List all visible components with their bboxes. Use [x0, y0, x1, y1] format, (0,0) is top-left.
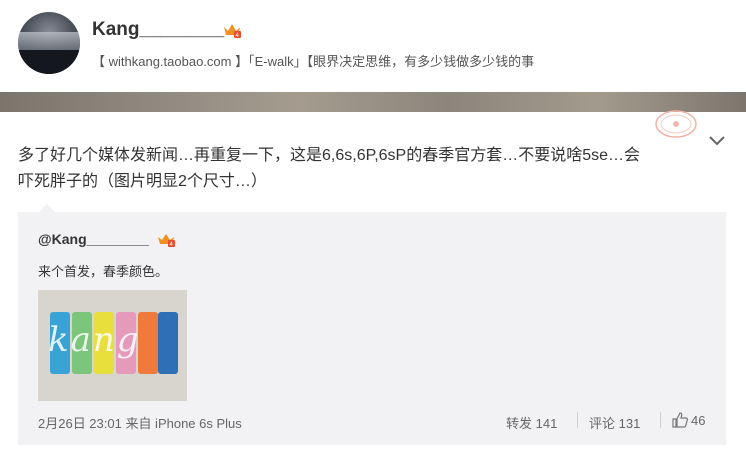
chevron-down-icon[interactable]	[708, 134, 726, 148]
post-text: 多了好几个媒体发新闻…再重复一下，这是6,6s,6P,6sP的春季官方套…不要说…	[18, 143, 708, 195]
username[interactable]: Kang________	[92, 19, 224, 41]
thumbs-up-icon[interactable]	[672, 412, 688, 428]
cover-image-strip	[0, 92, 746, 112]
post-text-line: 吓死胖子的（图片明显2个尺寸…）	[18, 173, 267, 190]
vip-crown-icon[interactable]: 4	[156, 231, 176, 248]
vip-crown-icon[interactable]: 4	[222, 21, 242, 39]
seal-stamp-icon	[655, 110, 697, 138]
case-swatch	[158, 312, 178, 374]
phone-cases-photo[interactable]: kang	[38, 290, 187, 401]
quote-caret-icon	[38, 204, 56, 213]
avatar[interactable]	[18, 12, 80, 74]
case-swatch	[138, 312, 158, 374]
quoted-text: 来个首发，春季颜色。	[38, 264, 169, 279]
post-timestamp-source[interactable]: 2月26日 23:01 来自 iPhone 6s Plus	[38, 413, 242, 432]
divider	[660, 412, 661, 428]
profile-header: Kang________ 4 【 withkang.taobao.com 】「E…	[0, 0, 746, 92]
image-watermark: kang	[48, 320, 141, 360]
post-text-line: 多了好几个媒体发新闻…再重复一下，这是6,6s,6P,6sP的春季官方套…不要说…	[18, 147, 641, 164]
profile-bio: 【 withkang.taobao.com 】「E-walk」【眼界决定思维，有…	[92, 54, 535, 69]
quoted-username[interactable]: @Kang________	[38, 231, 149, 247]
divider	[577, 412, 578, 428]
repost-button[interactable]: 转发 141	[506, 413, 557, 432]
comment-button[interactable]: 评论 131	[589, 413, 640, 432]
like-count[interactable]: 46	[691, 413, 705, 428]
